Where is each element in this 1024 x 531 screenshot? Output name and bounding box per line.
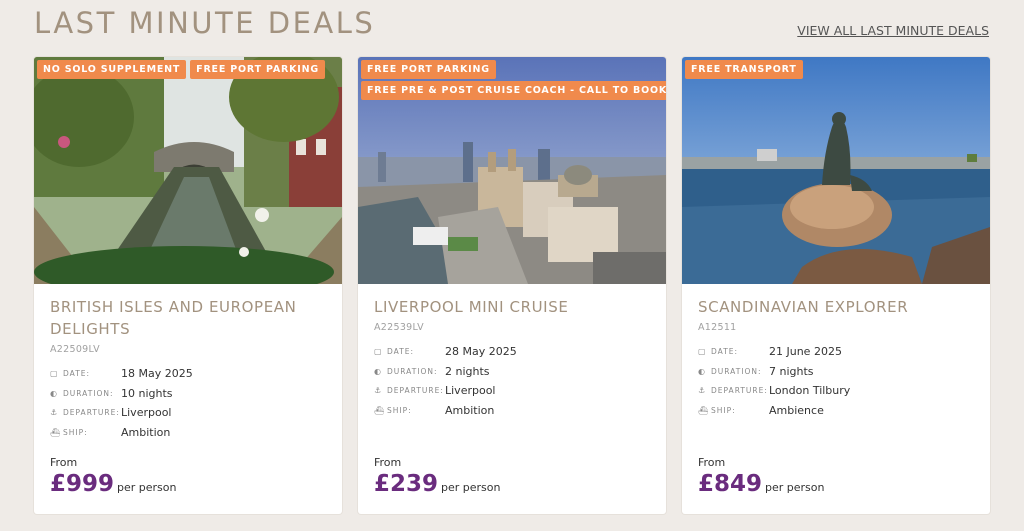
detail-duration: ◐ DURATION: 10 nights <box>50 386 173 400</box>
date-value: 28 May 2025 <box>445 345 517 359</box>
per-person-label: per person <box>441 481 501 494</box>
detail-duration: ◐ DURATION: 2 nights <box>374 364 490 378</box>
deal-card-british-isles[interactable]: NO SOLO SUPPLEMENT FREE PORT PARKING BRI… <box>34 57 342 514</box>
per-person-label: per person <box>765 481 825 494</box>
anchor-icon: ⚓ <box>698 386 706 396</box>
price-block: From £239 per person <box>374 456 501 497</box>
detail-ship: ⛴ SHIP: Ambition <box>50 425 171 439</box>
duration-value: 7 nights <box>769 364 814 378</box>
departure-value: Liverpool <box>121 406 172 420</box>
badge: FREE PORT PARKING <box>361 60 496 79</box>
detail-ship: ⛴ SHIP: Ambition <box>374 403 495 417</box>
detail-date: ▢ DATE: 18 May 2025 <box>50 367 193 381</box>
departure-value: London Tilbury <box>769 384 851 398</box>
ship-icon: ⛴ <box>50 427 61 437</box>
from-label: From <box>50 456 78 469</box>
price: £239 <box>374 471 439 497</box>
anchor-icon: ⚓ <box>374 386 382 396</box>
section-title: LAST MINUTE DEALS <box>34 6 376 40</box>
duration-value: 2 nights <box>445 364 490 378</box>
detail-departure: ⚓ DEPARTURE: Liverpool <box>50 406 172 420</box>
moon-icon: ◐ <box>50 388 57 398</box>
ship-value: Ambience <box>769 403 824 417</box>
badge: FREE PRE & POST CRUISE COACH - CALL TO B… <box>361 81 666 100</box>
detail-ship: ⛴ SHIP: Ambience <box>698 403 824 417</box>
ship-icon: ⛴ <box>698 405 709 415</box>
badge: FREE TRANSPORT <box>685 60 803 79</box>
anchor-icon: ⚓ <box>50 408 58 418</box>
deal-cards: NO SOLO SUPPLEMENT FREE PORT PARKING BRI… <box>34 57 990 514</box>
deal-image-liverpool: FREE PORT PARKING FREE PRE & POST CRUISE… <box>358 57 666 284</box>
deal-code: A22539LV <box>374 322 424 333</box>
deal-title[interactable]: LIVERPOOL MINI CRUISE <box>374 296 650 318</box>
view-all-deals-link[interactable]: VIEW ALL LAST MINUTE DEALS <box>797 23 989 38</box>
from-label: From <box>698 456 726 469</box>
deal-title[interactable]: BRITISH ISLES AND EUROPEAN DELIGHTS <box>50 296 326 340</box>
deal-title[interactable]: SCANDINAVIAN EXPLORER <box>698 296 974 318</box>
duration-value: 10 nights <box>121 386 173 400</box>
deal-image-canal: NO SOLO SUPPLEMENT FREE PORT PARKING <box>34 57 342 284</box>
detail-departure: ⚓ DEPARTURE: London Tilbury <box>698 384 851 398</box>
price-block: From £999 per person <box>50 456 177 497</box>
deal-card-scandinavian[interactable]: FREE TRANSPORT SCANDINAVIAN EXPLORER A12… <box>682 57 990 514</box>
moon-icon: ◐ <box>374 366 381 376</box>
price: £999 <box>50 471 115 497</box>
date-value: 18 May 2025 <box>121 367 193 381</box>
deal-image-little-mermaid: FREE TRANSPORT <box>682 57 990 284</box>
detail-date: ▢ DATE: 28 May 2025 <box>374 345 517 359</box>
deal-code: A22509LV <box>50 344 100 355</box>
deal-code: A12511 <box>698 322 737 333</box>
deal-card-liverpool-mini[interactable]: FREE PORT PARKING FREE PRE & POST CRUISE… <box>358 57 666 514</box>
calendar-icon: ▢ <box>698 347 706 357</box>
badge-group: FREE TRANSPORT <box>685 60 803 79</box>
per-person-label: per person <box>117 481 177 494</box>
date-value: 21 June 2025 <box>769 345 842 359</box>
ship-value: Ambition <box>445 403 495 417</box>
detail-duration: ◐ DURATION: 7 nights <box>698 364 814 378</box>
price-block: From £849 per person <box>698 456 825 497</box>
from-label: From <box>374 456 402 469</box>
calendar-icon: ▢ <box>374 347 382 357</box>
detail-date: ▢ DATE: 21 June 2025 <box>698 345 842 359</box>
ship-value: Ambition <box>121 425 171 439</box>
calendar-icon: ▢ <box>50 369 58 379</box>
badge: FREE PORT PARKING <box>190 60 325 79</box>
badge: NO SOLO SUPPLEMENT <box>37 60 187 79</box>
detail-departure: ⚓ DEPARTURE: Liverpool <box>374 384 496 398</box>
badge-group: NO SOLO SUPPLEMENT FREE PORT PARKING <box>37 60 325 79</box>
moon-icon: ◐ <box>698 366 705 376</box>
departure-value: Liverpool <box>445 384 496 398</box>
price: £849 <box>698 471 763 497</box>
ship-icon: ⛴ <box>374 405 385 415</box>
badge-group: FREE PORT PARKING FREE PRE & POST CRUISE… <box>361 60 666 100</box>
